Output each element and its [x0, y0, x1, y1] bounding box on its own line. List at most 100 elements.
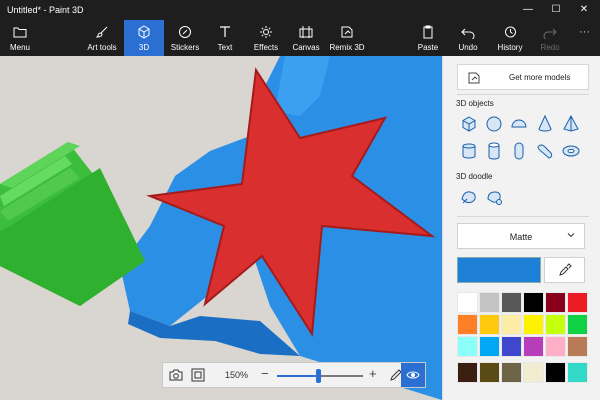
curved-cylinder-shape-icon[interactable] [535, 141, 555, 161]
zoom-slider[interactable] [277, 369, 363, 383]
3d-scene[interactable] [0, 56, 442, 400]
text-icon [220, 26, 230, 37]
canvas-label: Canvas [292, 43, 320, 52]
stickers-button[interactable]: Stickers [166, 20, 204, 56]
folder-icon [13, 27, 27, 38]
color-swatch[interactable] [501, 336, 522, 357]
paste-label: Paste [417, 43, 439, 52]
cylinder-shape-icon[interactable] [459, 141, 479, 161]
color-swatch[interactable] [523, 336, 544, 357]
sphere-shape-icon[interactable] [484, 114, 504, 134]
custom-color-swatch[interactable] [479, 362, 500, 383]
eyedropper-button[interactable] [544, 257, 585, 283]
stickers-label: Stickers [170, 43, 200, 52]
window-title: Untitled* - Paint 3D [7, 5, 84, 15]
3d-objects-heading: 3D objects [456, 99, 494, 108]
color-swatch[interactable] [567, 292, 588, 313]
selected-color-swatch[interactable] [457, 257, 541, 283]
chevron-down-icon [567, 233, 575, 238]
undo-button[interactable]: Undo [454, 20, 482, 56]
color-swatch[interactable] [501, 292, 522, 313]
custom-color-swatch[interactable] [501, 362, 522, 383]
remix-3d-label: Remix 3D [329, 43, 365, 52]
history-icon [505, 26, 516, 38]
cone-shape-icon[interactable] [535, 114, 555, 134]
capsule-shape-icon[interactable] [509, 141, 529, 161]
3d-button[interactable]: 3D [124, 20, 164, 56]
cube-icon [138, 25, 150, 39]
redo-icon [543, 28, 557, 39]
donut-shape-icon[interactable] [561, 141, 581, 161]
color-swatch[interactable] [545, 292, 566, 313]
camera-icon[interactable] [169, 368, 183, 382]
color-swatch[interactable] [479, 314, 500, 335]
zoom-in-button[interactable]: + [369, 366, 377, 381]
custom-color-swatch[interactable] [523, 362, 544, 383]
canvas-icon [299, 26, 313, 38]
remix-icon [341, 26, 353, 38]
color-swatch[interactable] [545, 336, 566, 357]
history-button[interactable]: History [494, 20, 526, 56]
color-swatch[interactable] [501, 314, 522, 335]
canvas-viewport[interactable]: 150% − + [0, 56, 442, 400]
sharp-edge-doodle-icon[interactable] [459, 187, 479, 207]
pyramid-shape-icon[interactable] [561, 114, 581, 134]
3d-label: 3D [138, 43, 150, 52]
color-swatch[interactable] [479, 336, 500, 357]
eyedropper-icon [559, 263, 572, 276]
paste-button[interactable]: Paste [414, 20, 442, 56]
text-button[interactable]: Text [210, 20, 240, 56]
zoom-out-button[interactable]: − [261, 366, 269, 381]
custom-color-swatch[interactable] [457, 362, 478, 383]
color-swatch[interactable] [479, 292, 500, 313]
paste-icon [423, 25, 433, 39]
remix-3d-button[interactable]: Remix 3D [326, 20, 368, 56]
green-box-object[interactable] [0, 142, 145, 306]
art-tools-button[interactable]: Art tools [84, 20, 120, 56]
canvas-button[interactable]: Canvas [288, 20, 324, 56]
3d-side-panel: Get more models 3D objects 3D doodle Mat… [442, 56, 600, 400]
custom-color-swatch[interactable] [567, 362, 588, 383]
text-label: Text [217, 43, 233, 52]
effects-button[interactable]: Effects [248, 20, 284, 56]
effects-label: Effects [253, 43, 279, 52]
soft-edge-doodle-icon[interactable] [484, 187, 504, 207]
main-toolbar: Menu Art tools 3D Stickers Text Effects … [0, 20, 600, 56]
maximize-button[interactable]: ☐ [542, 0, 570, 20]
color-swatch[interactable] [457, 336, 478, 357]
hemisphere-shape-icon[interactable] [509, 114, 529, 134]
redo-button[interactable]: Redo [536, 20, 564, 56]
color-swatch[interactable] [457, 314, 478, 335]
zoom-slider-thumb[interactable] [316, 369, 322, 383]
undo-icon [461, 28, 475, 39]
history-label: History [497, 43, 523, 52]
color-swatch[interactable] [523, 292, 544, 313]
color-swatch[interactable] [545, 314, 566, 335]
get-more-models-label: Get more models [509, 73, 571, 82]
color-swatch[interactable] [567, 314, 588, 335]
undo-label: Undo [458, 43, 478, 52]
3d-doodle-heading: 3D doodle [456, 172, 493, 181]
fit-view-icon[interactable] [191, 368, 205, 382]
tube-shape-icon[interactable] [484, 141, 504, 161]
redo-label: Redo [540, 43, 560, 52]
sun-icon [260, 26, 272, 38]
title-bar: Untitled* - Paint 3D — ☐ ✕ [0, 0, 600, 20]
color-swatch[interactable] [457, 292, 478, 313]
custom-color-swatch[interactable] [545, 362, 566, 383]
close-button[interactable]: ✕ [570, 0, 598, 20]
color-swatch[interactable] [523, 314, 544, 335]
get-more-models-button[interactable]: Get more models [457, 64, 589, 90]
cube-shape-icon[interactable] [459, 114, 479, 134]
zoom-bar: 150% − + [162, 362, 426, 388]
view-3d-button[interactable] [401, 363, 425, 387]
sticker-icon [179, 26, 191, 38]
finish-dropdown[interactable]: Matte [457, 223, 585, 249]
zoom-percentage: 150% [225, 370, 249, 380]
more-options-button[interactable]: ··· [579, 26, 590, 38]
eye-icon [406, 371, 420, 379]
menu-button[interactable]: Menu [0, 20, 40, 56]
color-swatch[interactable] [567, 336, 588, 357]
minimize-button[interactable]: — [514, 0, 542, 20]
remix-icon [468, 72, 480, 84]
